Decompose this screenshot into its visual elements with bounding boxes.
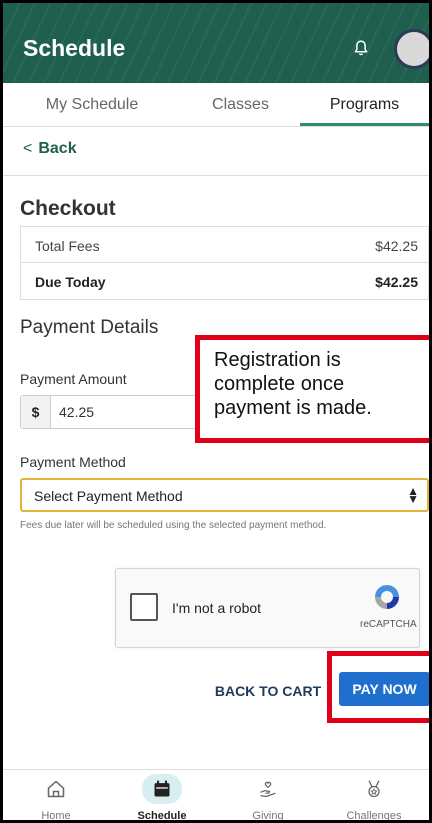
payment-method-select[interactable]: Select Payment Method ▲ ▼ xyxy=(20,478,429,512)
page-title: Schedule xyxy=(23,35,126,61)
tab-bar: My Schedule Classes Programs xyxy=(3,83,429,127)
back-link[interactable]: < Back xyxy=(23,140,77,158)
nav-giving[interactable]: Giving xyxy=(215,770,321,822)
back-label: Back xyxy=(38,140,77,157)
nav-challenges[interactable]: Challenges xyxy=(321,770,427,822)
nav-home-label: Home xyxy=(41,810,71,822)
fees-row-due-today: Due Today $42.25 xyxy=(21,263,428,299)
bell-icon[interactable] xyxy=(352,39,370,57)
giving-hand-icon xyxy=(260,781,276,798)
registration-callout: Registration is complete once payment is… xyxy=(195,335,429,443)
callout-text: Registration is complete once payment is… xyxy=(214,349,372,419)
payment-amount-input[interactable] xyxy=(59,396,209,428)
app-frame: Schedule My Schedule Classes Programs < B… xyxy=(0,0,432,823)
total-fees-value: $42.25 xyxy=(375,238,418,254)
checkout-title: Checkout xyxy=(20,197,116,220)
bottom-nav: Home Schedule Giving Challenges xyxy=(3,769,429,822)
back-to-cart-button[interactable]: BACK TO CART xyxy=(211,676,325,706)
chevron-left-icon: < xyxy=(23,140,33,157)
recaptcha-label: I'm not a robot xyxy=(172,600,262,616)
nav-schedule-icon-wrap xyxy=(142,774,182,804)
tab-classes[interactable]: Classes xyxy=(181,83,300,127)
nav-giving-label: Giving xyxy=(252,810,284,822)
currency-prefix: $ xyxy=(21,396,51,428)
tab-programs[interactable]: Programs xyxy=(300,83,429,127)
nav-schedule-label: Schedule xyxy=(137,810,187,822)
medal-icon xyxy=(368,780,380,798)
due-today-value: $42.25 xyxy=(375,274,418,290)
select-arrows-icon: ▲ ▼ xyxy=(407,484,419,506)
nav-home[interactable]: Home xyxy=(3,770,109,822)
payment-amount-label: Payment Amount xyxy=(20,371,127,387)
avatar-icon[interactable] xyxy=(394,29,429,69)
tab-my-schedule[interactable]: My Schedule xyxy=(3,83,181,127)
nav-schedule[interactable]: Schedule xyxy=(109,770,215,822)
pay-now-button[interactable]: PAY NOW xyxy=(339,672,429,706)
fees-row-total: Total Fees $42.25 xyxy=(21,227,428,263)
payment-method-selected: Select Payment Method xyxy=(34,488,183,504)
home-icon xyxy=(47,780,65,798)
calendar-icon xyxy=(154,780,170,797)
recaptcha-widget: I'm not a robot reCAPTCHA xyxy=(115,568,420,648)
recaptcha-brand: reCAPTCHA xyxy=(360,619,417,630)
nav-challenges-icon-wrap xyxy=(354,774,394,804)
nav-challenges-label: Challenges xyxy=(346,810,402,822)
payment-method-label: Payment Method xyxy=(20,454,126,470)
divider xyxy=(3,175,429,176)
nav-home-icon-wrap xyxy=(36,774,76,804)
app-header: Schedule xyxy=(3,3,429,83)
total-fees-label: Total Fees xyxy=(35,238,100,254)
fees-table: Total Fees $42.25 Due Today $42.25 xyxy=(20,226,429,300)
payment-amount-field: $ xyxy=(20,395,220,429)
recaptcha-logo-icon xyxy=(375,585,399,609)
nav-giving-icon-wrap xyxy=(248,774,288,804)
recaptcha-checkbox[interactable] xyxy=(130,593,158,621)
payment-details-title: Payment Details xyxy=(20,317,159,338)
fees-note: Fees due later will be scheduled using t… xyxy=(20,520,327,531)
due-today-label: Due Today xyxy=(35,274,106,290)
active-tab-indicator xyxy=(300,123,429,126)
